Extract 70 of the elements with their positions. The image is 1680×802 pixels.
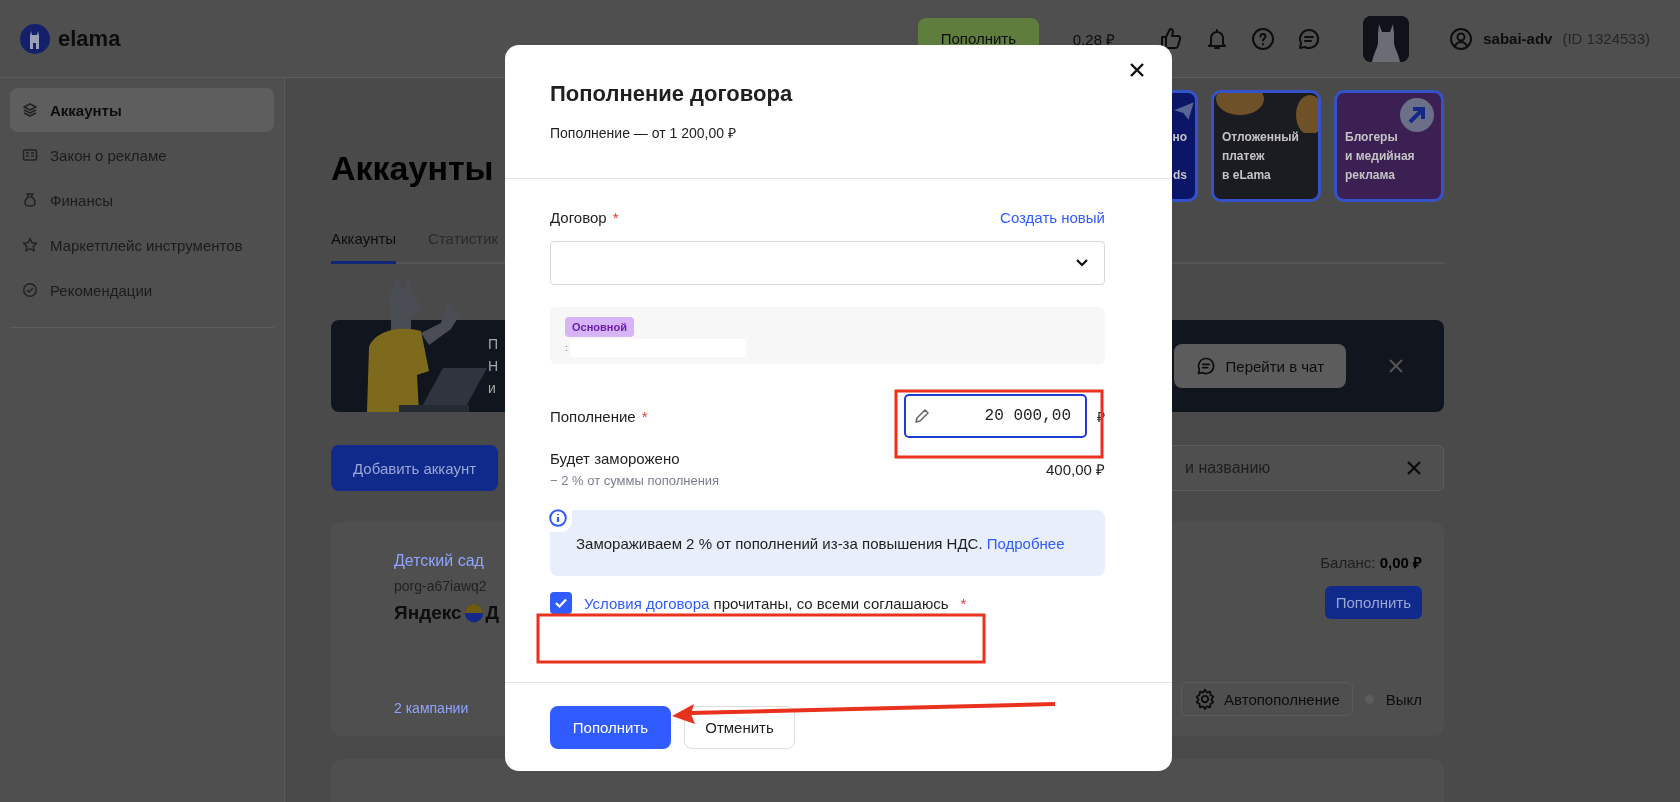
user-icon[interactable]: [1449, 26, 1474, 51]
terms-checkbox[interactable]: [550, 592, 572, 614]
promo-text: реклама: [1345, 167, 1396, 184]
terms-link[interactable]: Условия договора: [584, 594, 710, 612]
info-icon: [549, 509, 567, 527]
contract-badge: Основной: [565, 317, 634, 337]
auto-top-up-status: Выкл: [1385, 690, 1422, 708]
sidebar-icon: [22, 102, 38, 118]
close-icon[interactable]: [1130, 63, 1144, 77]
chevron-down-icon: [1076, 259, 1088, 267]
sidebar-icon: [22, 192, 38, 208]
promo-text: но: [1172, 129, 1187, 146]
go-to-chat-button[interactable]: Перейти в чат: [1173, 344, 1346, 388]
sidebar-item[interactable]: Аккаунты: [10, 88, 274, 132]
amount-field[interactable]: 20 000,00: [904, 394, 1087, 438]
campaigns-link[interactable]: 2 кампании: [394, 700, 500, 716]
username: sabai-adv: [1483, 30, 1553, 47]
chat-icon[interactable]: [1297, 26, 1322, 51]
contract-select[interactable]: [550, 241, 1105, 285]
add-account-button[interactable]: Добавить аккаунт: [331, 445, 499, 491]
pencil-icon: [914, 408, 930, 424]
page-title: Аккаунты: [331, 149, 494, 188]
terms-text: Условия договора прочитаны, со всеми соглашаюсь: [584, 594, 949, 612]
chat-icon: [1195, 356, 1216, 376]
frozen-amount: 400,00 ₽: [1045, 460, 1105, 479]
dialog-subtitle: Пополнение — от 1 200,00 ₽: [550, 124, 737, 142]
more-link[interactable]: Подробнее: [986, 534, 1065, 552]
promo-card[interactable]: Отложенный платеж в eLama: [1211, 90, 1321, 202]
field-label: Пополнение: [550, 407, 636, 425]
required-mark: *: [612, 208, 619, 226]
promo-text: ds: [1173, 167, 1187, 184]
avatar-icon[interactable]: [1363, 15, 1410, 62]
logo-icon: [20, 23, 50, 54]
top-up-button[interactable]: Пополнить: [1324, 586, 1422, 619]
auto-top-up-button[interactable]: Автопополнение: [1181, 682, 1353, 716]
logo-text: elama: [58, 25, 121, 52]
platform-name: Д: [485, 602, 500, 624]
banner-text: Н: [488, 357, 499, 376]
paper-plane-icon: [1173, 101, 1195, 121]
sidebar-icon: [22, 237, 38, 253]
dialog-title: Пополнение договора: [550, 80, 794, 108]
field-label: Договор: [550, 208, 607, 226]
clear-icon[interactable]: [1406, 460, 1422, 476]
promo-text: в eLama: [1222, 167, 1272, 184]
balance-amount: 0,28 ₽: [1072, 29, 1116, 49]
promo-card[interactable]: Блогеры и медийная реклама: [1334, 90, 1444, 202]
check-icon: [555, 598, 567, 608]
circle-logo-icon: [463, 603, 484, 623]
sidebar-icon: [22, 282, 38, 298]
help-icon[interactable]: [1251, 26, 1276, 51]
banner-text: П: [488, 335, 499, 354]
platform-name: Яндекс: [394, 602, 462, 624]
thumbs-up-icon[interactable]: [1159, 26, 1184, 51]
frozen-label: Будет заморожено: [550, 450, 681, 467]
promo-text: и медийная: [1345, 148, 1416, 165]
contract-detail: :: [565, 343, 568, 353]
create-new-link[interactable]: Создать новый: [1000, 208, 1105, 226]
sidebar-icon: [22, 147, 38, 163]
promo-text: Отложенный: [1222, 129, 1300, 146]
info-text: Замораживаем 2 % от пополнений из-за повышения НДС. Подробнее: [576, 534, 1065, 552]
gear-icon: [1194, 688, 1217, 710]
frozen-note: − 2 % от суммы пополнения: [550, 473, 720, 488]
required-mark: *: [960, 594, 967, 612]
promo-text: Блогеры: [1345, 129, 1399, 146]
promo-text: платеж: [1222, 148, 1266, 165]
tab[interactable]: Аккаунты: [331, 218, 397, 264]
account-name[interactable]: Детский сад: [394, 552, 500, 570]
banner-text: и: [488, 379, 497, 398]
required-mark: *: [641, 407, 648, 425]
submit-button[interactable]: Пополнить: [550, 706, 671, 749]
